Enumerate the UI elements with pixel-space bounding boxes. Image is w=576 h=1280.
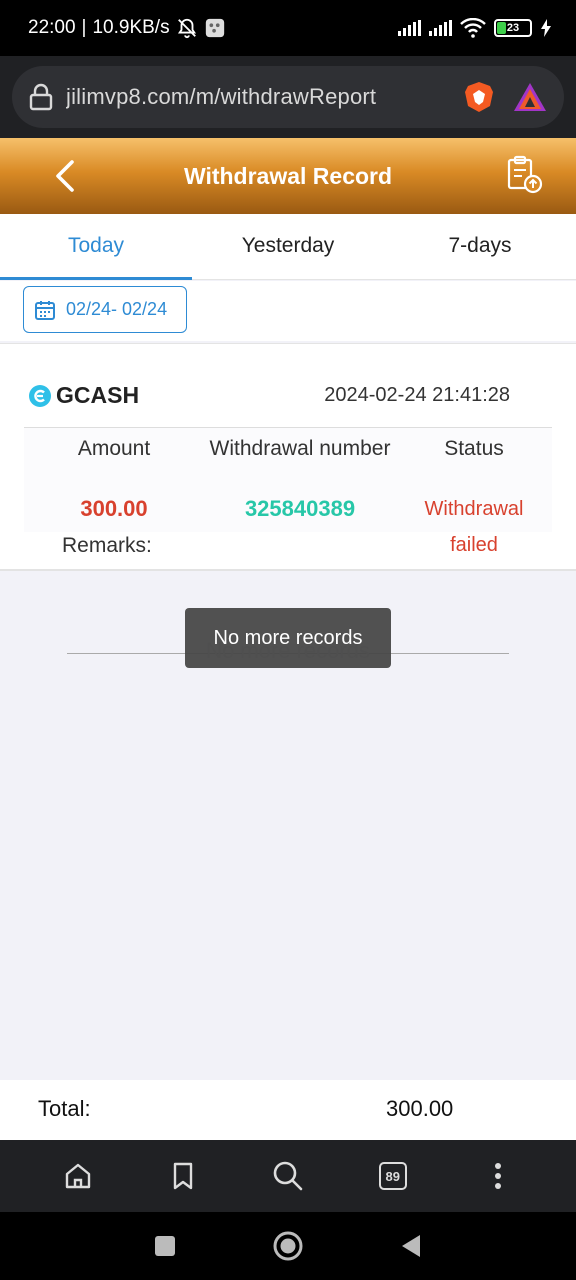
tab-today[interactable]: Today (0, 214, 192, 280)
status-header: Status (444, 437, 504, 460)
tab-count-icon: 89 (378, 1162, 407, 1190)
app-notification-icon (205, 18, 224, 38)
date-range-text: 02/24- 02/24 (66, 299, 168, 319)
signal-icon (398, 20, 421, 36)
home-icon (66, 1163, 91, 1189)
wifi-icon (460, 18, 486, 38)
menu-button[interactable] (478, 1156, 518, 1196)
url-text[interactable]: jilimvp8.com/m/withdrawReport (66, 84, 446, 110)
status-right: 23 (398, 18, 552, 38)
more-vertical-icon (494, 1163, 501, 1189)
tab-yesterday[interactable]: Yesterday (192, 214, 384, 279)
bookmarks-button[interactable] (163, 1156, 203, 1196)
status-bar: 22:00 | 10.9KB/s 23 (0, 0, 576, 56)
battery-icon: 23 (494, 19, 532, 37)
bell-off-icon (177, 18, 196, 39)
system-navigation-bar (0, 1212, 576, 1280)
calendar-icon (35, 300, 55, 320)
signal-icon-2 (429, 20, 452, 36)
status-left: 22:00 | 10.9KB/s (28, 17, 226, 39)
toast-message: No more records (185, 608, 391, 668)
amount-value: 300.00 (80, 496, 148, 521)
status-speed: 10.9KB/s (92, 17, 170, 38)
recents-icon[interactable] (154, 1235, 176, 1257)
amount-header: Amount (77, 437, 151, 460)
total-value: 300.00 (386, 1096, 454, 1121)
record-datetime: 2024-02-24 21:41:28 (324, 384, 510, 406)
payment-method: GCASH (28, 382, 139, 409)
status-time: 22:00 (28, 17, 76, 38)
withdrawal-number-header: Withdrawal number (209, 437, 391, 460)
date-tabs: Today Yesterday 7-days (0, 214, 576, 280)
payment-method-name: GCASH (56, 382, 140, 408)
tabs-button[interactable]: 89 (373, 1156, 413, 1196)
remarks-label: Remarks: (62, 534, 152, 557)
date-range-button[interactable]: 02/24- 02/24 (23, 286, 187, 333)
home-button[interactable] (58, 1156, 98, 1196)
back-arrow-icon[interactable] (52, 158, 80, 194)
record-details: Amount Withdrawal number Status 300.00 3… (24, 428, 552, 532)
browser-toolbar: jilimvp8.com/m/withdrawReport (0, 56, 576, 138)
total-bar: Total: 300.00 (0, 1080, 576, 1140)
back-triangle-icon[interactable] (400, 1234, 422, 1258)
date-filter-bar: 02/24- 02/24 (0, 281, 576, 341)
search-icon (273, 1161, 303, 1191)
charging-icon (541, 19, 551, 37)
status-value: Withdrawal (424, 498, 524, 520)
home-circle-icon[interactable] (272, 1230, 304, 1262)
clipboard-upload-icon[interactable] (506, 154, 544, 194)
lock-icon[interactable] (28, 83, 54, 111)
brave-rewards-icon[interactable] (512, 81, 548, 113)
total-label: Total: (38, 1096, 91, 1121)
search-button[interactable] (268, 1156, 308, 1196)
browser-bottom-bar: 89 (0, 1140, 576, 1212)
status-separator: | (81, 17, 87, 38)
bookmark-icon (173, 1162, 193, 1190)
address-bar[interactable]: jilimvp8.com/m/withdrawReport (12, 66, 564, 128)
withdrawal-record-card[interactable]: GCASH 2024-02-24 21:41:28 Amount Withdra… (0, 343, 576, 571)
gcash-logo-icon (29, 384, 51, 407)
withdrawal-number-value: 325840389 (244, 496, 356, 521)
page-title: Withdrawal Record (183, 162, 393, 189)
status-value-line2: failed (450, 534, 498, 556)
brave-shield-icon[interactable] (462, 80, 496, 114)
page-header: Withdrawal Record (0, 138, 576, 214)
tab-7-days[interactable]: 7-days (384, 214, 576, 279)
